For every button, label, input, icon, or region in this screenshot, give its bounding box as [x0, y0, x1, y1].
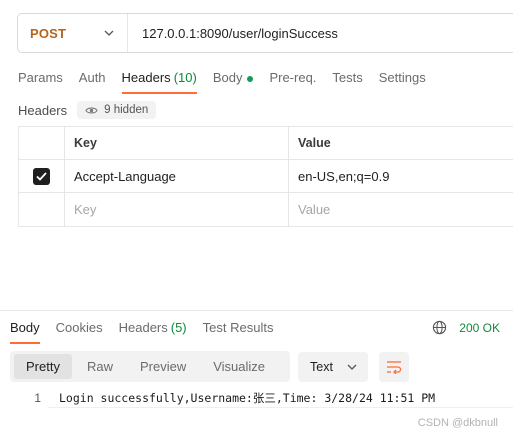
hidden-count-label: 9 hidden [104, 104, 149, 116]
tab-auth[interactable]: Auth [79, 68, 106, 94]
response-status: 200 OK [432, 320, 500, 335]
headers-title: Headers [18, 102, 68, 118]
method-label: POST [30, 25, 67, 41]
body-indicator-dot [247, 76, 254, 82]
eye-icon [85, 107, 98, 113]
row-checkbox-cell [19, 160, 65, 192]
column-header-key: Key [65, 127, 289, 159]
globe-icon[interactable] [432, 320, 447, 335]
tab-tests[interactable]: Tests [332, 68, 362, 94]
chevron-down-icon [104, 30, 114, 36]
header-key-cell[interactable]: Accept-Language [65, 160, 289, 192]
response-tabs: Body Cookies Headers (5) Test Results [10, 320, 289, 344]
response-text[interactable]: Login successfully,Username:张三,Time: 3/2… [48, 388, 513, 408]
request-tabs: Params Auth Headers (10) Body Pre-req. Te… [18, 68, 442, 94]
view-mode-bar: Pretty Raw Preview Visualize [10, 351, 290, 382]
request-bar: POST 127.0.0.1:8090/user/loginSuccess [17, 13, 513, 53]
tab-body[interactable]: Body [213, 68, 254, 94]
wrap-lines-icon [387, 361, 402, 374]
watermark: CSDN @dkbnull [417, 417, 498, 429]
header-value-cell[interactable]: en-US,en;q=0.9 [289, 160, 513, 192]
view-preview-button[interactable]: Preview [128, 354, 198, 379]
headers-title-row: Headers 9 hidden [18, 100, 157, 120]
table-row-empty: Key Value [19, 193, 513, 226]
tab-test-results[interactable]: Test Results [203, 320, 274, 342]
empty-checkbox-cell [19, 193, 65, 226]
response-body: 1 Login successfully,Username:张三,Time: 3… [0, 388, 513, 408]
tab-headers[interactable]: Headers (10) [121, 68, 198, 94]
wrap-lines-button[interactable] [379, 352, 409, 382]
tab-pre-request[interactable]: Pre-req. [269, 68, 316, 94]
method-select[interactable]: POST [18, 14, 128, 52]
header-checkbox-cell [19, 127, 65, 159]
hidden-headers-toggle[interactable]: 9 hidden [77, 101, 157, 119]
table-row: Accept-Language en-US,en;q=0.9 [19, 160, 513, 193]
column-header-value: Value [298, 136, 331, 150]
headers-count: (10) [173, 70, 197, 85]
header-enabled-checkbox[interactable] [33, 167, 50, 185]
tab-response-cookies[interactable]: Cookies [56, 320, 103, 342]
tab-response-headers[interactable]: Headers (5) [119, 320, 187, 342]
new-value-input[interactable]: Value [289, 193, 513, 226]
view-pretty-button[interactable]: Pretty [14, 354, 72, 379]
pane-divider[interactable] [0, 310, 513, 311]
url-input[interactable]: 127.0.0.1:8090/user/loginSuccess [128, 26, 338, 41]
format-select[interactable]: Text [298, 352, 368, 382]
format-select-value: Text [310, 360, 333, 374]
view-visualize-button[interactable]: Visualize [201, 354, 277, 379]
tab-settings[interactable]: Settings [379, 68, 426, 94]
table-header-row: Key Value [19, 127, 513, 160]
tab-params[interactable]: Params [18, 68, 63, 94]
chevron-down-icon [347, 364, 357, 370]
line-number: 1 [34, 391, 41, 405]
new-key-input[interactable]: Key [65, 193, 289, 226]
checkmark-icon [36, 171, 47, 181]
status-code[interactable]: 200 OK [459, 321, 500, 335]
response-headers-count: (5) [170, 320, 187, 335]
tab-response-body[interactable]: Body [10, 320, 40, 344]
view-raw-button[interactable]: Raw [75, 354, 125, 379]
headers-table: Key Value Accept-Language en-US,en;q=0.9… [18, 126, 513, 227]
